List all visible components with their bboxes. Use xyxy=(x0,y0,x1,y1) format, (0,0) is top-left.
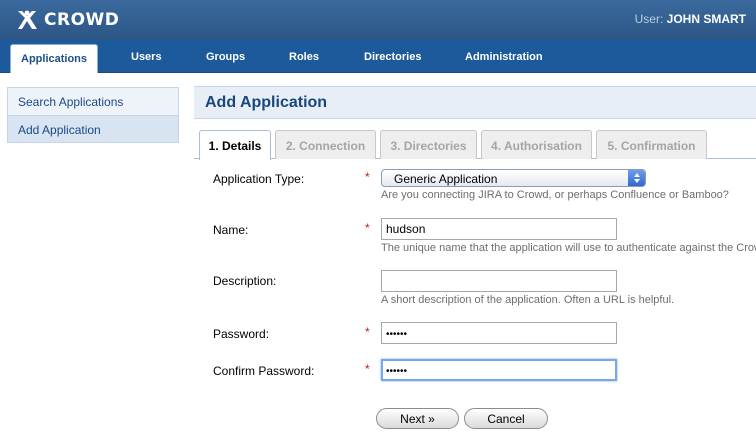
tab-authorisation[interactable]: 4. Authorisation xyxy=(481,130,592,159)
confirm-password-input[interactable]: •••••• xyxy=(381,359,617,381)
required-marker: * xyxy=(365,170,370,184)
required-marker: * xyxy=(365,325,370,339)
next-button[interactable]: Next » xyxy=(376,408,459,429)
description-input[interactable] xyxy=(381,270,617,292)
description-help: A short description of the application. … xyxy=(381,294,675,306)
password-label: Password: xyxy=(213,327,270,341)
crowd-logo[interactable]: CROWD xyxy=(16,7,119,33)
sidebar-item-search-applications[interactable]: Search Applications xyxy=(8,88,178,115)
password-input[interactable]: •••••• xyxy=(381,322,617,344)
select-arrows-icon xyxy=(628,170,645,186)
app-type-label: Application Type: xyxy=(213,172,305,186)
main-nav: Applications Users Groups Roles Director… xyxy=(0,40,756,73)
user-info: User: JOHN SMART xyxy=(635,12,746,26)
required-marker: * xyxy=(365,362,370,376)
page-title: Add Application xyxy=(205,94,328,111)
description-label: Description: xyxy=(213,274,277,288)
user-label: User: xyxy=(634,12,664,26)
name-help: The unique name that the application wil… xyxy=(381,242,756,254)
user-name[interactable]: JOHN SMART xyxy=(667,12,746,26)
nav-directories[interactable]: Directories xyxy=(364,51,421,63)
nav-roles[interactable]: Roles xyxy=(289,51,319,63)
tab-confirmation[interactable]: 5. Confirmation xyxy=(596,130,707,159)
crowd-logo-icon xyxy=(18,10,37,29)
sidebar: Search Applications Add Application xyxy=(7,87,179,143)
tab-details[interactable]: 1. Details xyxy=(199,130,271,160)
wizard-tabs: 1. Details 2. Connection 3. Directories … xyxy=(194,130,756,160)
top-header: CROWD User: JOHN SMART xyxy=(0,0,756,40)
app-type-select[interactable]: Generic Application xyxy=(381,169,646,187)
nav-users[interactable]: Users xyxy=(131,51,162,63)
nav-applications[interactable]: Applications xyxy=(10,44,99,73)
sidebar-item-add-application[interactable]: Add Application xyxy=(8,115,178,142)
app-type-value: Generic Application xyxy=(394,172,498,186)
tab-connection[interactable]: 2. Connection xyxy=(275,130,376,159)
page-header: Add Application xyxy=(194,86,756,119)
cancel-button[interactable]: Cancel xyxy=(464,408,548,429)
logo-text: CROWD xyxy=(44,10,120,30)
app-type-help: Are you connecting JIRA to Crowd, or per… xyxy=(381,189,729,201)
confirm-password-label: Confirm Password: xyxy=(213,364,315,378)
required-marker: * xyxy=(365,221,370,235)
nav-administration[interactable]: Administration xyxy=(465,51,543,63)
name-input[interactable]: hudson xyxy=(381,218,617,240)
password-value: •••••• xyxy=(386,329,408,340)
tab-directories[interactable]: 3. Directories xyxy=(380,130,477,159)
name-label: Name: xyxy=(213,223,249,237)
confirm-password-value: •••••• xyxy=(386,366,408,377)
nav-groups[interactable]: Groups xyxy=(206,51,245,63)
